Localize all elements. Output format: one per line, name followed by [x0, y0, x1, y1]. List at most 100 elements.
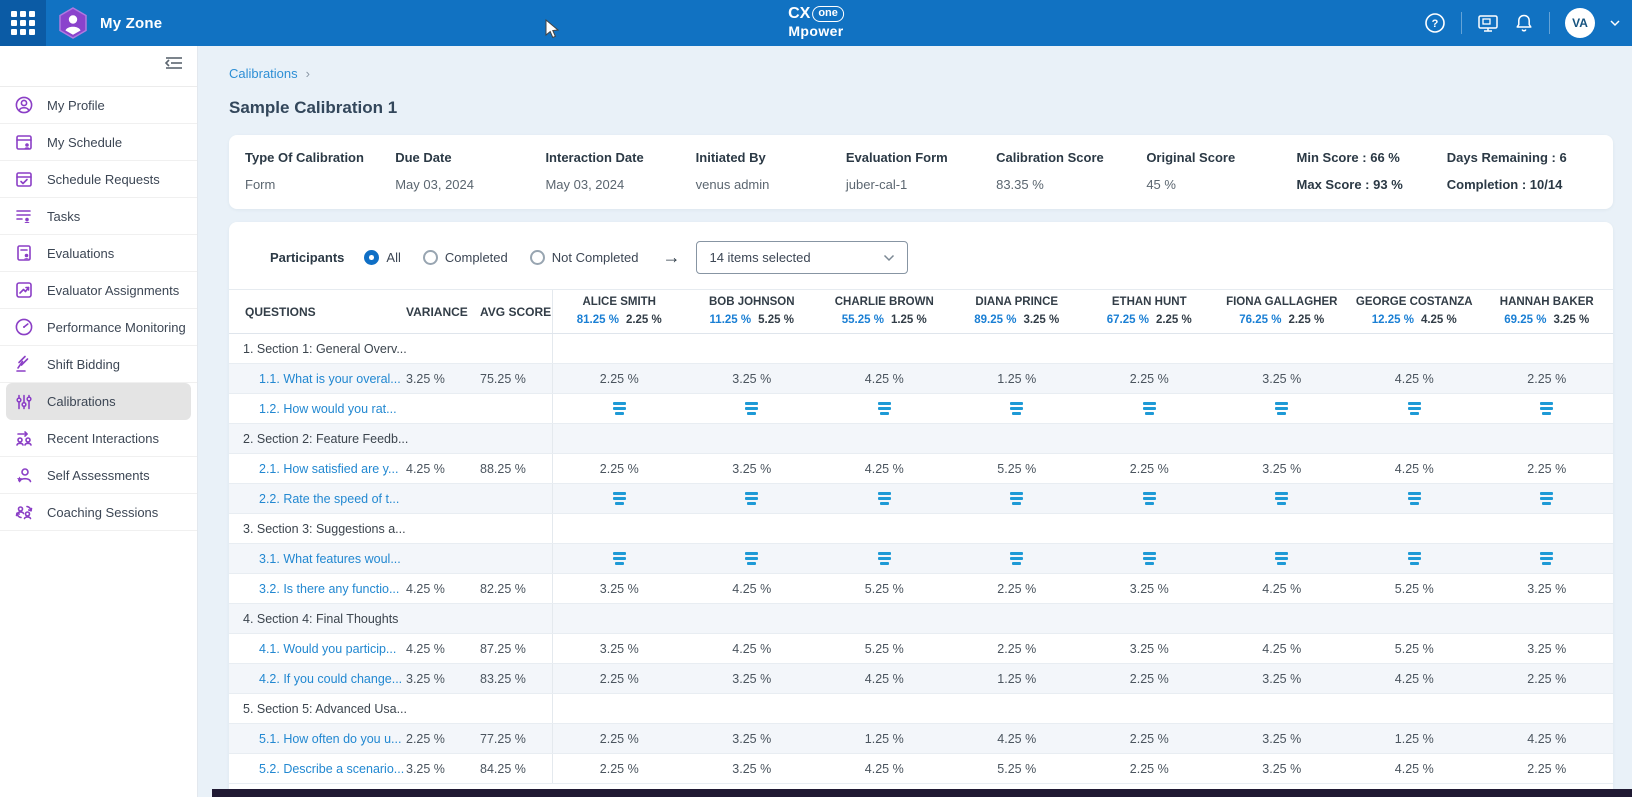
text-answer-icon[interactable]	[1275, 552, 1288, 565]
participant-value-cell	[951, 484, 1084, 513]
text-answer-icon[interactable]	[1010, 402, 1023, 415]
text-answer-icon[interactable]	[745, 402, 758, 415]
radio-option-all[interactable]: All	[364, 250, 400, 265]
summary-field: Due DateMay 03, 2024	[395, 150, 545, 192]
text-answer-icon[interactable]	[1540, 402, 1553, 415]
question-link[interactable]: 5.2. Describe a scenario...	[259, 762, 404, 776]
text-answer-icon[interactable]	[1010, 492, 1023, 505]
question-link[interactable]: 4.1. Would you particip...	[259, 642, 396, 656]
brand-mpower: Mpower	[788, 23, 844, 39]
text-answer-icon[interactable]	[745, 492, 758, 505]
participant-scores: 12.25 %4.25 %	[1372, 312, 1457, 330]
days-completion-top: Days Remaining : 6	[1447, 150, 1597, 165]
text-answer-icon[interactable]	[1408, 492, 1421, 505]
participant-value-cell	[1481, 394, 1614, 423]
radio-option-completed[interactable]: Completed	[423, 250, 508, 265]
question-link[interactable]: 3.1. What features woul...	[259, 552, 401, 566]
section-empty-area	[553, 424, 1613, 453]
text-answer-icon[interactable]	[878, 492, 891, 505]
question-cell: 1.2. How would you rat...	[229, 394, 406, 423]
text-answer-icon[interactable]	[613, 492, 626, 505]
app-launcher-button[interactable]	[0, 0, 46, 46]
sidebar-item-coaching-sessions[interactable]: Coaching Sessions	[0, 494, 197, 531]
text-answer-icon[interactable]	[1408, 552, 1421, 565]
sidebar-item-self-assessments[interactable]: Self Assessments	[0, 457, 197, 494]
help-icon[interactable]: ?	[1424, 12, 1446, 34]
question-link[interactable]: 1.2. How would you rat...	[259, 402, 397, 416]
screen-share-icon[interactable]	[1477, 13, 1499, 33]
text-answer-icon[interactable]	[613, 402, 626, 415]
participant-scores: 69.25 %3.25 %	[1504, 312, 1589, 330]
text-answer-icon[interactable]	[878, 402, 891, 415]
question-link[interactable]: 5.1. How often do you u...	[259, 732, 401, 746]
participant-value-cell: 4.25 %	[818, 754, 951, 783]
text-answer-icon[interactable]	[1143, 492, 1156, 505]
radio-button[interactable]	[364, 250, 379, 265]
participant-value-cell	[1216, 484, 1349, 513]
participant-value-cell	[553, 394, 686, 423]
participant-value-cell: 2.25 %	[1083, 664, 1216, 693]
text-answer-icon[interactable]	[745, 552, 758, 565]
participant-column-header: DIANA PRINCE89.25 %3.25 %	[951, 290, 1084, 333]
sidebar-item-shift-bidding[interactable]: Shift Bidding	[0, 346, 197, 383]
question-link[interactable]: 2.1. How satisfied are y...	[259, 462, 398, 476]
text-answer-icon[interactable]	[1143, 402, 1156, 415]
notifications-bell-icon[interactable]	[1514, 13, 1534, 34]
question-link[interactable]: 1.1. What is your overal...	[259, 372, 401, 386]
text-answer-icon[interactable]	[1275, 492, 1288, 505]
participants-filter-row: Participants AllCompletedNot Completed →…	[229, 222, 1613, 289]
text-answer-icon[interactable]	[1540, 552, 1553, 565]
breadcrumb-calibrations-link[interactable]: Calibrations	[229, 66, 298, 81]
sidebar-item-performance-monitoring[interactable]: Performance Monitoring	[0, 309, 197, 346]
text-answer-icon[interactable]	[878, 552, 891, 565]
user-avatar[interactable]: VA	[1565, 8, 1595, 38]
participant-score: 67.25 %	[1107, 314, 1149, 326]
section-row: 1. Section 1: General Overv...	[229, 334, 1613, 364]
radio-option-not-completed[interactable]: Not Completed	[530, 250, 639, 265]
avatar-chevron-down-icon[interactable]	[1610, 19, 1620, 27]
summary-field-value: juber-cal-1	[846, 177, 996, 192]
participant-value-cell	[1216, 394, 1349, 423]
sidebar-item-evaluations[interactable]: Evaluations	[0, 235, 197, 272]
participant-name: ALICE SMITH	[583, 294, 656, 312]
text-answer-icon[interactable]	[1010, 552, 1023, 565]
radio-button[interactable]	[423, 250, 438, 265]
participant-variance: 4.25 %	[1421, 314, 1457, 326]
summary-field-label: Type Of Calibration	[245, 150, 395, 165]
participant-value-cell: 3.25 %	[1216, 364, 1349, 393]
text-answer-icon[interactable]	[613, 552, 626, 565]
sidebar-item-my-profile[interactable]: My Profile	[0, 87, 197, 124]
participants-dropdown[interactable]: 14 items selected	[696, 241, 908, 274]
text-answer-icon[interactable]	[1540, 492, 1553, 505]
text-answer-icon[interactable]	[1275, 402, 1288, 415]
avg-score-cell	[480, 394, 553, 423]
sidebar-item-label: Recent Interactions	[47, 431, 159, 446]
text-answer-icon[interactable]	[1408, 402, 1421, 415]
participant-score: 81.25 %	[577, 314, 619, 326]
section-empty-area	[553, 514, 1613, 543]
sidebar-item-schedule-requests[interactable]: Schedule Requests	[0, 161, 197, 198]
shift-bidding-icon	[14, 354, 34, 374]
participant-value-cell: 4.25 %	[686, 634, 819, 663]
sidebar-collapse-icon[interactable]	[163, 54, 185, 77]
text-answer-icon[interactable]	[1143, 552, 1156, 565]
participant-column-header: BOB JOHNSON11.25 %5.25 %	[686, 290, 819, 333]
radio-button[interactable]	[530, 250, 545, 265]
participant-value-cell	[686, 544, 819, 573]
sidebar-item-tasks[interactable]: Tasks	[0, 198, 197, 235]
question-cell: 5.2. Describe a scenario...	[229, 754, 406, 783]
participant-value-cell: 2.25 %	[553, 364, 686, 393]
avg-score-cell: 82.25 %	[480, 574, 553, 603]
sidebar-item-label: Coaching Sessions	[47, 505, 158, 520]
question-link[interactable]: 4.2. If you could change...	[259, 672, 402, 686]
question-link[interactable]: 2.2. Rate the speed of t...	[259, 492, 399, 506]
participant-value-cell: 4.25 %	[686, 574, 819, 603]
sidebar-item-my-schedule[interactable]: My Schedule	[0, 124, 197, 161]
participant-value-cell: 1.25 %	[818, 724, 951, 753]
sidebar-item-calibrations[interactable]: Calibrations	[6, 383, 191, 420]
sidebar-item-label: Tasks	[47, 209, 80, 224]
sidebar-item-recent-interactions[interactable]: Recent Interactions	[0, 420, 197, 457]
sidebar: My ProfileMy ScheduleSchedule Requests Ta…	[0, 46, 198, 797]
sidebar-item-evaluator-assignments[interactable]: Evaluator Assignments	[0, 272, 197, 309]
question-link[interactable]: 3.2. Is there any functio...	[259, 582, 399, 596]
